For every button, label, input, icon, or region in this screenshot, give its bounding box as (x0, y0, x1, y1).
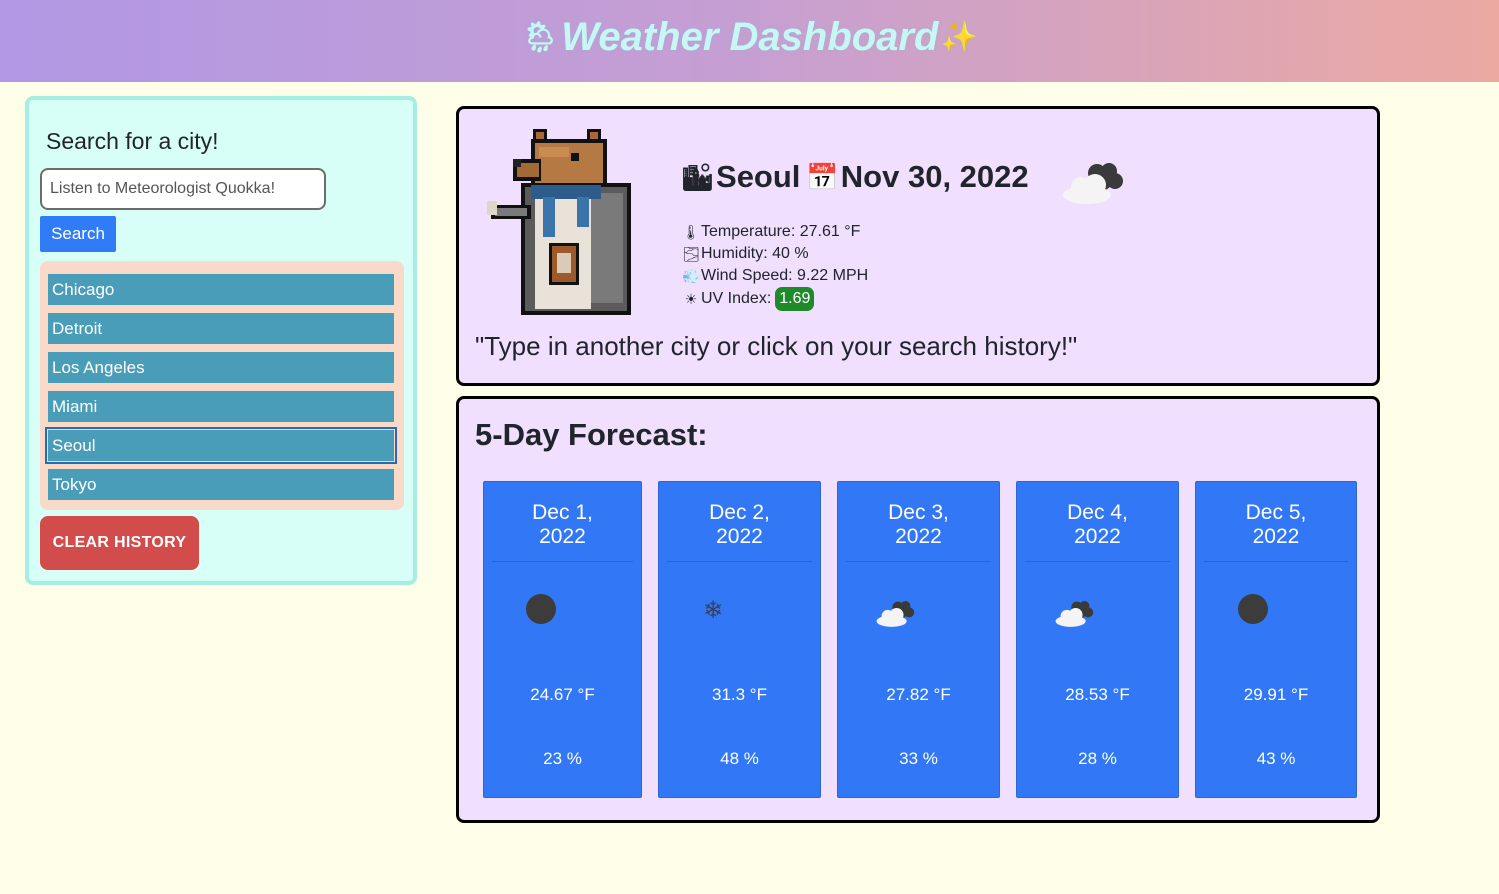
current-city-heading: 🏙 Seoul 📅 Nov 30, 2022 (681, 159, 1029, 195)
forecast-date: Dec 1, 2022 (492, 482, 633, 562)
cloudy-icon (1063, 163, 1123, 204)
thermometer-icon: 🌡 (682, 224, 700, 240)
cloudy-icon (1055, 601, 1094, 627)
forecast-humidity: 43 % (1256, 749, 1296, 768)
forecast-day-1: Dec 1, 2022 24.67 °F 23 % (483, 481, 642, 798)
history-item-seoul[interactable]: Seoul (45, 427, 397, 464)
forecast-temp: 29.91 °F (1243, 685, 1309, 704)
quokka-mascot-image (487, 129, 631, 315)
clear-night-icon (1238, 594, 1268, 624)
sun-icon: ☀ (684, 291, 698, 307)
header-title-wrap: 🌦 Weather Dashboard ✨ (521, 15, 978, 60)
forecast-date: Dec 3, 2022 (846, 482, 991, 562)
history-item-miami[interactable]: Miami (48, 391, 394, 422)
current-stats: 🌡 Temperature: 27.61 °F 🌫 Humidity: 40 %… (681, 221, 868, 311)
history-item-chicago[interactable]: Chicago (48, 274, 394, 305)
wind-icon: 💨 (682, 268, 700, 284)
history-item-los-angeles[interactable]: Los Angeles (48, 352, 394, 383)
temperature-value: Temperature: 27.61 °F (701, 223, 861, 240)
temperature-row: 🌡 Temperature: 27.61 °F (681, 221, 868, 243)
cloudy-icon (876, 601, 915, 627)
humidity-value: Humidity: 40 % (701, 245, 809, 262)
forecast-date: Dec 4, 2022 (1025, 482, 1170, 562)
search-history-list: Chicago Detroit Los Angeles Miami Seoul … (40, 261, 404, 510)
forecast-temp: 31.3 °F (712, 685, 767, 704)
forecast-humidity: 33 % (899, 749, 938, 768)
forecast-humidity: 23 % (543, 749, 582, 768)
uv-label: UV Index: (701, 290, 772, 307)
cloud-rain-icon: 🌦 (521, 20, 560, 54)
history-item-detroit[interactable]: Detroit (48, 313, 394, 344)
wind-row: 💨 Wind Speed: 9.22 MPH (681, 265, 868, 287)
uv-index-badge: 1.69 (775, 287, 815, 311)
search-button[interactable]: Search (40, 216, 116, 252)
forecast-temp: 28.53 °F (1065, 685, 1130, 704)
page-header: 🌦 Weather Dashboard ✨ (0, 0, 1499, 82)
forecast-temp: 27.82 °F (886, 685, 951, 704)
snow-icon: ❄ (703, 597, 724, 624)
city-search-input[interactable] (40, 168, 326, 210)
forecast-date: Dec 5, 2022 (1204, 482, 1348, 562)
sparkles-icon: ✨ (940, 20, 978, 54)
current-date: Nov 30, 2022 (840, 159, 1029, 194)
clear-history-button[interactable]: CLEAR HISTORY (40, 516, 199, 570)
history-item-tokyo[interactable]: Tokyo (48, 469, 394, 500)
wind-value: Wind Speed: 9.22 MPH (701, 267, 869, 284)
sidebar-title: Search for a city! (46, 128, 219, 154)
forecast-humidity: 48 % (720, 749, 759, 768)
current-weather-card: 🏙 Seoul 📅 Nov 30, 2022 🌡 Temperature: 27… (456, 106, 1380, 386)
forecast-temp: 24.67 °F (530, 685, 595, 704)
forecast-day-4: Dec 4, 2022 28.53 °F 28 % (1016, 481, 1179, 798)
uv-row: ☀ UV Index: 1.69 (681, 287, 868, 311)
forecast-day-5: Dec 5, 2022 29.91 °F 43 % (1195, 481, 1357, 798)
fog-icon: 🌫 (682, 246, 700, 262)
clear-night-icon (526, 594, 556, 624)
quokka-quote: "Type in another city or click on your s… (475, 331, 1078, 361)
forecast-title: 5-Day Forecast: (475, 417, 708, 452)
humidity-row: 🌫 Humidity: 40 % (681, 243, 868, 265)
forecast-card: 5-Day Forecast: Dec 1, 2022 24.67 °F 23 … (456, 396, 1380, 823)
forecast-date: Dec 2, 2022 (667, 482, 812, 562)
page-title: Weather Dashboard (561, 14, 939, 59)
current-city-name: Seoul (716, 159, 801, 194)
cityscape-icon: 🏙 (681, 161, 715, 192)
search-sidebar: Search for a city! Search Chicago Detroi… (25, 96, 417, 585)
forecast-humidity: 28 % (1078, 749, 1117, 768)
forecast-day-2: Dec 2, 2022 ❄ 31.3 °F 48 % (658, 481, 821, 798)
calendar-icon: 📅 (806, 161, 839, 192)
forecast-day-3: Dec 3, 2022 27.82 °F 33 % (837, 481, 1000, 798)
